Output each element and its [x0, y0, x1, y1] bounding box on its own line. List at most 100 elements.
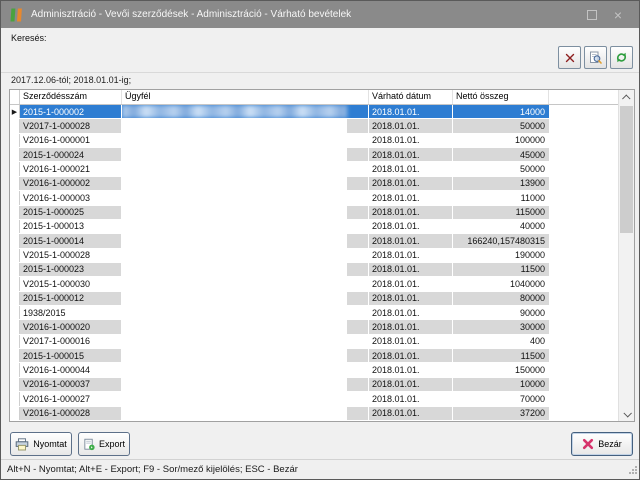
header-expected-date[interactable]: Várható dátum	[369, 90, 453, 104]
maximize-icon	[587, 10, 597, 20]
cell-expected-date: 2018.01.01.	[369, 263, 453, 276]
row-marker	[10, 119, 20, 132]
scroll-up-button[interactable]	[619, 90, 634, 105]
cell-client	[122, 134, 369, 147]
cell-client	[122, 349, 369, 362]
table-row[interactable]: 2015-1-0000142018.01.01.166240,157480315	[10, 234, 618, 248]
chevron-up-icon	[622, 94, 630, 102]
cell-contract-number: 1938/2015	[20, 306, 122, 319]
table-row[interactable]: V2016-1-0000202018.01.01.30000	[10, 320, 618, 334]
cell-filler	[549, 134, 618, 147]
cell-contract-number: V2016-1-000027	[20, 392, 122, 405]
cell-contract-number: V2017-1-000016	[20, 335, 122, 348]
table-row[interactable]: V2016-1-0000442018.01.01.150000	[10, 363, 618, 377]
redacted-client-name	[122, 335, 347, 348]
redacted-client-name	[122, 119, 347, 132]
export-button[interactable]: Export	[78, 432, 130, 456]
cell-net-amount: 80000	[453, 292, 549, 305]
refresh-button[interactable]	[610, 46, 633, 69]
clear-filter-button[interactable]	[558, 46, 581, 69]
cell-filler	[549, 206, 618, 219]
cell-expected-date: 2018.01.01.	[369, 220, 453, 233]
maximize-button[interactable]	[581, 7, 603, 23]
cell-net-amount: 115000	[453, 206, 549, 219]
row-marker	[10, 220, 20, 233]
table-row[interactable]: ▶2015-1-0000022018.01.01.14000	[10, 105, 618, 119]
vertical-scrollbar[interactable]	[618, 90, 634, 421]
row-marker	[10, 263, 20, 276]
table-row[interactable]: 2015-1-0000252018.01.01.115000	[10, 206, 618, 220]
cell-client	[122, 105, 369, 118]
row-marker	[10, 177, 20, 190]
scrollbar-thumb[interactable]	[620, 106, 633, 233]
scroll-down-button[interactable]	[619, 406, 634, 421]
cell-contract-number: 2015-1-000014	[20, 234, 122, 247]
app-window: Adminisztráció - Vevői szerződések - Adm…	[0, 0, 640, 480]
cell-contract-number: V2016-1-000002	[20, 177, 122, 190]
cell-contract-number: 2015-1-000012	[20, 292, 122, 305]
redacted-client-name	[122, 162, 347, 175]
table-row[interactable]: V2016-1-0000212018.01.01.50000	[10, 162, 618, 176]
table-row[interactable]: V2015-1-0000302018.01.01.1040000	[10, 277, 618, 291]
resize-grip-icon[interactable]	[629, 466, 637, 477]
table-row[interactable]: 2015-1-0000242018.01.01.45000	[10, 148, 618, 162]
close-button[interactable]: Bezár	[571, 432, 633, 456]
header-client[interactable]: Ügyfél	[122, 90, 369, 104]
table-row[interactable]: V2017-1-0000282018.01.01.50000	[10, 119, 618, 133]
row-marker	[10, 234, 20, 247]
cell-filler	[549, 292, 618, 305]
table-row[interactable]: 2015-1-000023 2018.01.01.11500	[10, 263, 618, 277]
header-net-amount[interactable]: Nettó összeg	[453, 90, 549, 104]
table-row[interactable]: 2015-1-0000132018.01.01.40000	[10, 220, 618, 234]
grid-body: ▶2015-1-0000022018.01.01.14000V2017-1-00…	[10, 105, 618, 421]
print-button[interactable]: Nyomtat	[10, 432, 72, 456]
search-label: Keresés:	[11, 33, 47, 43]
redacted-client-name	[122, 392, 347, 405]
cell-contract-number: 2015-1-000002	[20, 105, 122, 118]
table-row[interactable]: 2015-1-0000152018.01.01.11500	[10, 349, 618, 363]
cell-filler	[549, 249, 618, 262]
table-row[interactable]: V2016-1-0000372018.01.01.10000	[10, 378, 618, 392]
table-row[interactable]: V2015-1-0000282018.01.01.190000	[10, 249, 618, 263]
table-row[interactable]: V2016-1-0000012018.01.01.100000	[10, 134, 618, 148]
row-marker	[10, 292, 20, 305]
table-row[interactable]: V2016-1-0000022018.01.01.13900	[10, 177, 618, 191]
cell-filler	[549, 320, 618, 333]
row-marker	[10, 363, 20, 376]
cell-client	[122, 363, 369, 376]
close-window-button[interactable]: ×	[607, 7, 629, 23]
table-row[interactable]: V2016-1-0000282018.01.01.37200	[10, 407, 618, 421]
table-row[interactable]: 2015-1-000012 2018.01.01.80000	[10, 292, 618, 306]
cell-filler	[549, 277, 618, 290]
cell-filler	[549, 191, 618, 204]
header-contract-number[interactable]: Szerződésszám	[20, 90, 122, 104]
cell-expected-date: 2018.01.01.	[369, 105, 453, 118]
cell-client	[122, 249, 369, 262]
redacted-client-name	[122, 191, 347, 204]
table-row[interactable]: V2016-1-0000272018.01.01.70000	[10, 392, 618, 406]
table-row[interactable]: 1938/20152018.01.01.90000	[10, 306, 618, 320]
cell-expected-date: 2018.01.01.	[369, 378, 453, 391]
table-row[interactable]: V2017-1-0000162018.01.01.400	[10, 335, 618, 349]
row-marker	[10, 349, 20, 362]
cell-client	[122, 306, 369, 319]
cell-contract-number: V2016-1-000028	[20, 407, 122, 420]
cell-filler	[549, 407, 618, 420]
window-title: Adminisztráció - Vevői szerződések - Adm…	[31, 9, 351, 20]
cell-net-amount: 11500	[453, 263, 549, 276]
cell-expected-date: 2018.01.01.	[369, 134, 453, 147]
row-marker	[10, 335, 20, 348]
redacted-client-name	[122, 407, 347, 420]
print-button-label: Nyomtat	[33, 439, 67, 449]
cell-expected-date: 2018.01.01.	[369, 292, 453, 305]
table-row[interactable]: V2016-1-0000032018.01.01.11000	[10, 191, 618, 205]
row-marker: ▶	[10, 105, 20, 118]
cell-filler	[549, 119, 618, 132]
cell-net-amount: 100000	[453, 134, 549, 147]
cell-net-amount: 50000	[453, 119, 549, 132]
redacted-client-name	[122, 134, 347, 147]
cell-client	[122, 407, 369, 420]
preview-button[interactable]	[584, 46, 607, 69]
cell-contract-number: V2015-1-000030	[20, 277, 122, 290]
cell-contract-number: 2015-1-000023	[20, 263, 122, 276]
